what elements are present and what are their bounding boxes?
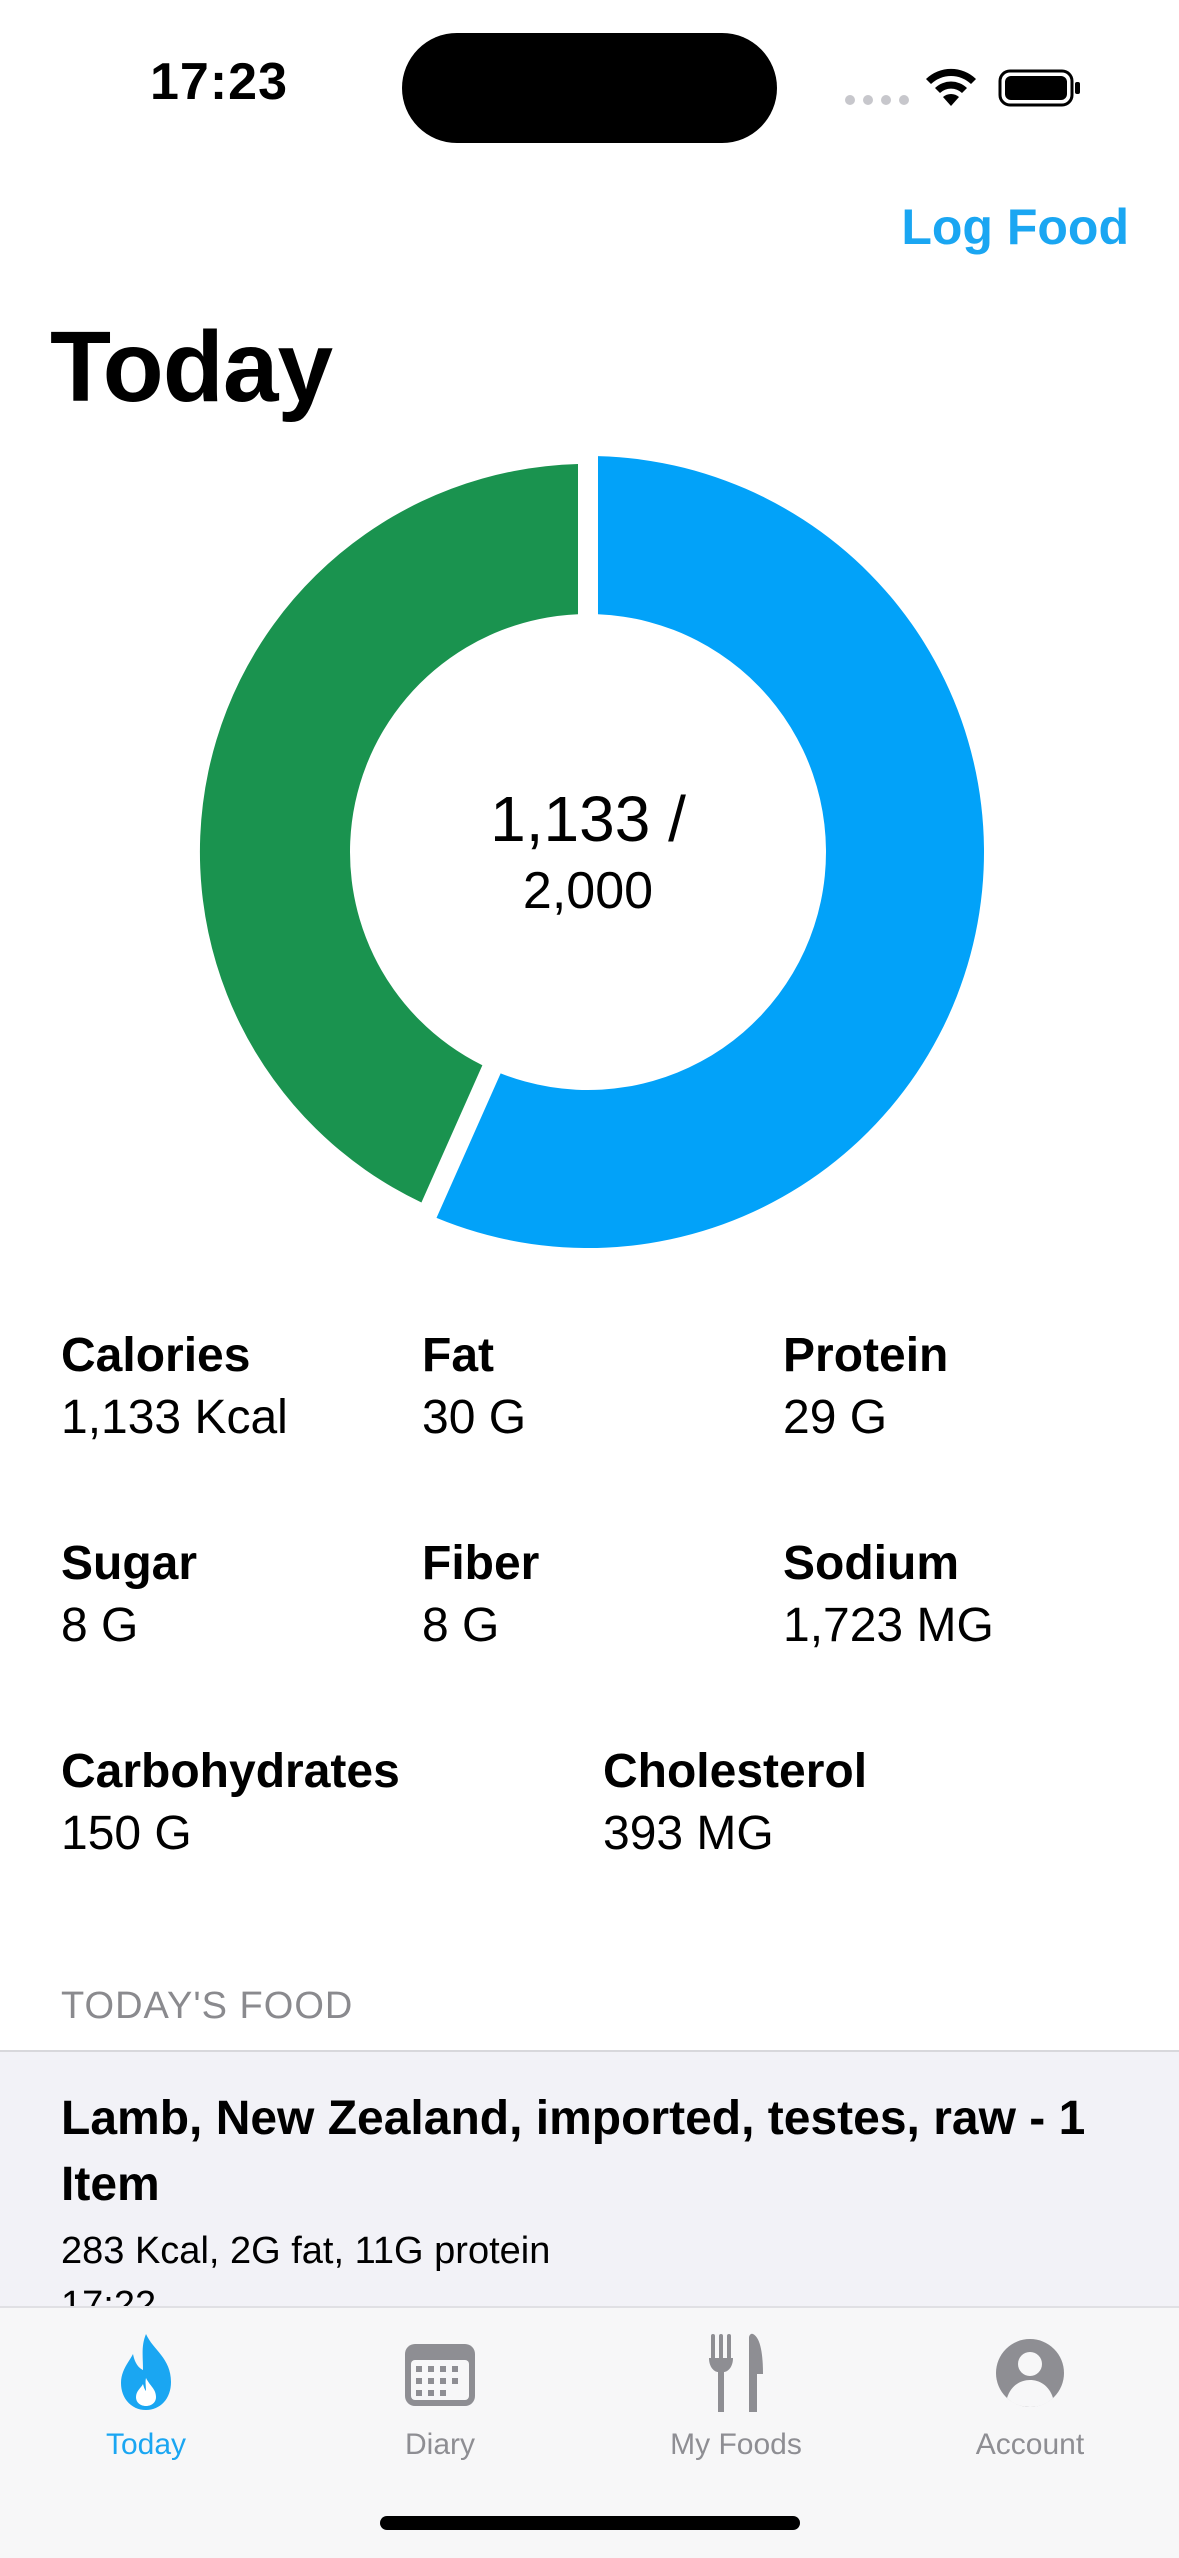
dynamic-island <box>402 33 777 143</box>
flame-icon <box>121 2334 171 2410</box>
nutrient-sodium: Sodium 1,723 MG <box>783 1533 994 1657</box>
calorie-goal: 2,000 <box>522 862 654 920</box>
tab-my-foods[interactable]: My Foods <box>606 2328 866 2462</box>
nutrient-value: 1,723 MG <box>783 1599 994 1652</box>
home-indicator <box>380 2516 800 2530</box>
nutrient-label: Sugar <box>61 1537 198 1590</box>
nutrient-fat: Fat 30 G <box>422 1325 526 1449</box>
cellular-signal-icon <box>845 95 909 105</box>
nutrient-label: Protein <box>783 1329 949 1382</box>
tab-diary[interactable]: Diary <box>310 2328 570 2462</box>
person-circle-icon <box>996 2339 1064 2407</box>
fork-knife-icon <box>709 2333 763 2412</box>
nutrient-label: Fat <box>422 1329 494 1382</box>
nutrient-value: 1,133 Kcal <box>61 1391 288 1444</box>
page-title: Today <box>50 311 333 423</box>
nutrient-value: 29 G <box>783 1391 888 1444</box>
nutrient-fiber: Fiber 8 G <box>422 1533 539 1657</box>
nutrient-label: Fiber <box>422 1537 540 1590</box>
nutrient-carbohydrates: Carbohydrates 150 G <box>61 1741 400 1865</box>
nutrient-label: Sodium <box>783 1537 959 1590</box>
todays-food-header: TODAY'S FOOD <box>61 1985 354 2027</box>
food-list: Lamb, New Zealand, imported, testes, raw… <box>0 2050 1179 2310</box>
tab-account[interactable]: Account <box>900 2328 1160 2462</box>
tab-label: My Foods <box>670 2428 802 2461</box>
calories-consumed: 1,133 / <box>490 783 686 855</box>
battery-icon <box>998 69 1080 107</box>
nutrient-sugar: Sugar 8 G <box>61 1533 197 1657</box>
wifi-icon <box>926 68 976 106</box>
nutrient-protein: Protein 29 G <box>783 1325 948 1449</box>
nutrient-value: 8 G <box>422 1599 500 1652</box>
nutrient-label: Carbohydrates <box>61 1745 400 1798</box>
food-list-item[interactable]: Lamb, New Zealand, imported, testes, raw… <box>0 2052 1179 2310</box>
nutrient-value: 393 MG <box>603 1807 774 1860</box>
donut-center-label: 1,133 / 2,000 <box>388 780 788 924</box>
nutrient-label: Cholesterol <box>603 1745 868 1798</box>
tab-label: Account <box>975 2428 1085 2461</box>
log-food-button[interactable]: Log Food <box>901 198 1129 256</box>
tab-label: Today <box>105 2428 187 2461</box>
food-macros: 283 Kcal, 2G fat, 11G protein <box>61 2230 551 2272</box>
nutrient-calories: Calories 1,133 Kcal <box>61 1325 288 1449</box>
calendar-icon <box>405 2344 475 2406</box>
tab-label: Diary <box>404 2428 475 2461</box>
nutrient-value: 150 G <box>61 1807 192 1860</box>
tab-today[interactable]: Today <box>16 2328 276 2462</box>
nutrient-label: Calories <box>61 1329 251 1382</box>
food-name: Lamb, New Zealand, imported, testes, raw… <box>61 2092 1086 2211</box>
nutrient-cholesterol: Cholesterol 393 MG <box>603 1741 867 1865</box>
status-time: 17:23 <box>150 53 288 111</box>
nutrient-value: 30 G <box>422 1391 527 1444</box>
nutrient-value: 8 G <box>61 1599 139 1652</box>
